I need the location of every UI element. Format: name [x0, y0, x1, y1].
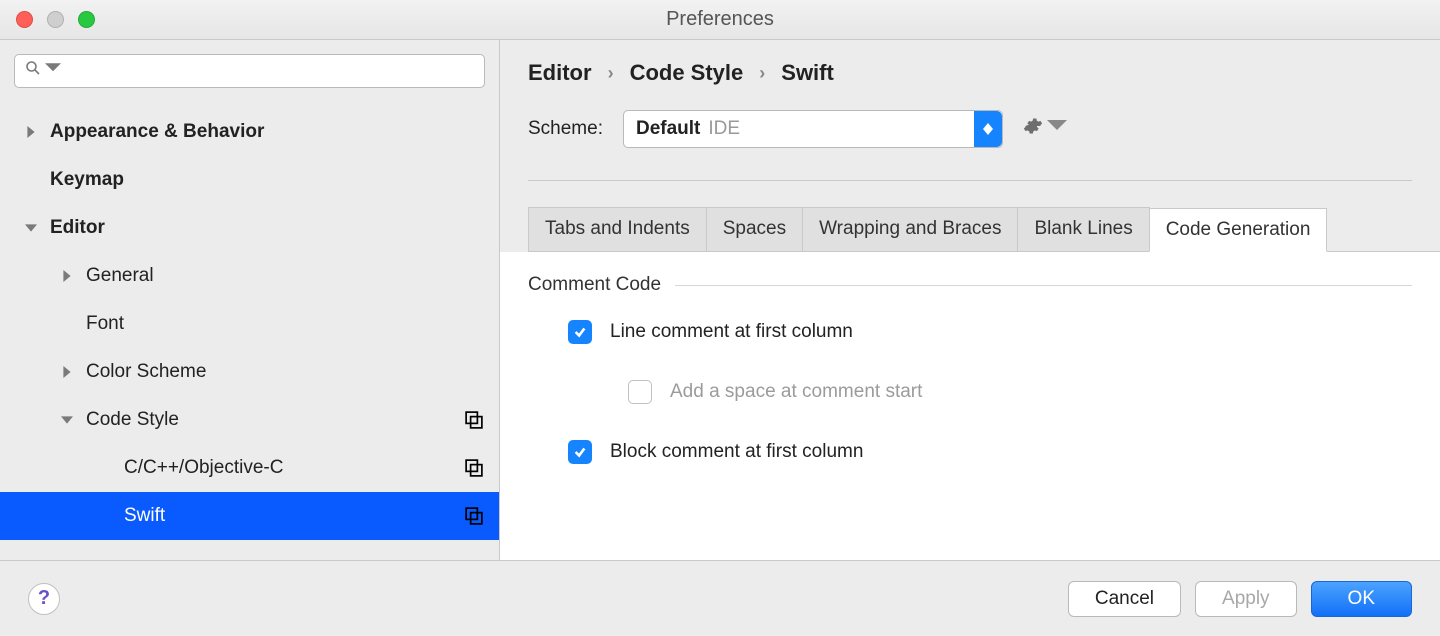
dropdown-arrow-icon [1047, 116, 1067, 142]
breadcrumb-item: Swift [781, 60, 834, 86]
search-container [0, 40, 499, 98]
sidebar-item-label: Editor [50, 217, 489, 239]
checkbox-label: Block comment at first column [610, 441, 863, 463]
checkbox-label: Line comment at first column [610, 321, 853, 343]
sidebar-item-keymap[interactable]: Keymap [0, 156, 499, 204]
search-field[interactable] [14, 54, 485, 88]
checkbox-unchecked [628, 380, 652, 404]
window-controls [0, 11, 95, 28]
option-line-comment-first-column[interactable]: Line comment at first column [568, 320, 1412, 344]
scheme-value: Default [636, 118, 700, 140]
breadcrumb: Editor › Code Style › Swift [500, 40, 1440, 90]
sidebar-item-label: Color Scheme [86, 361, 489, 383]
chevron-right-icon [60, 269, 74, 283]
maximize-window-button[interactable] [78, 11, 95, 28]
chevron-right-icon [24, 125, 38, 139]
minimize-window-button [47, 11, 64, 28]
option-block-comment-first-column[interactable]: Block comment at first column [568, 440, 1412, 464]
checkbox-checked[interactable] [568, 320, 592, 344]
sidebar-item-font[interactable]: Font [0, 300, 499, 348]
tab-wrapping-braces[interactable]: Wrapping and Braces [802, 207, 1018, 251]
chevron-right-icon [60, 365, 74, 379]
select-arrows-icon [974, 111, 1002, 147]
scheme-indicator-icon [465, 411, 483, 429]
sidebar-item-label: Font [86, 313, 489, 335]
scheme-indicator-icon [465, 459, 483, 477]
option-add-space-comment-start: Add a space at comment start [628, 380, 1412, 404]
breadcrumb-item: Editor [528, 60, 592, 86]
tab-blank-lines[interactable]: Blank Lines [1017, 207, 1149, 251]
cancel-button[interactable]: Cancel [1068, 581, 1181, 617]
dropdown-arrow-icon [45, 60, 65, 82]
sidebar-item-label: General [86, 265, 489, 287]
footer: ? Cancel Apply OK [0, 560, 1440, 636]
tab-code-generation[interactable]: Code Generation [1149, 208, 1328, 252]
scheme-subvalue: IDE [708, 118, 740, 140]
breadcrumb-item: Code Style [630, 60, 744, 86]
sidebar-item-appearance-behavior[interactable]: Appearance & Behavior [0, 108, 499, 156]
scheme-indicator-icon [465, 507, 483, 525]
checkbox-label: Add a space at comment start [670, 381, 922, 403]
section-title: Comment Code [528, 274, 661, 296]
chevron-right-icon: › [759, 63, 765, 84]
tab-bar: Tabs and Indents Spaces Wrapping and Bra… [528, 207, 1440, 252]
sidebar-item-label: Appearance & Behavior [50, 121, 489, 143]
scheme-label: Scheme: [528, 118, 603, 140]
sidebar: Appearance & Behavior Keymap Editor Gene… [0, 40, 500, 560]
sidebar-item-code-style[interactable]: Code Style [0, 396, 499, 444]
tab-tabs-indents[interactable]: Tabs and Indents [528, 207, 707, 251]
ok-button[interactable]: OK [1311, 581, 1412, 617]
sidebar-item-c-cpp-objc[interactable]: C/C++/Objective-C [0, 444, 499, 492]
titlebar: Preferences [0, 0, 1440, 40]
scheme-select[interactable]: Default IDE [623, 110, 1003, 148]
settings-tree: Appearance & Behavior Keymap Editor Gene… [0, 98, 499, 560]
tab-spaces[interactable]: Spaces [706, 207, 803, 251]
sidebar-item-label: Swift [124, 505, 465, 527]
body: Appearance & Behavior Keymap Editor Gene… [0, 40, 1440, 560]
sidebar-item-editor[interactable]: Editor [0, 204, 499, 252]
preferences-window: Preferences Appearance & Behavior [0, 0, 1440, 636]
sidebar-item-label: Keymap [50, 169, 489, 191]
apply-button: Apply [1195, 581, 1297, 617]
scheme-row: Scheme: Default IDE [500, 90, 1440, 172]
sidebar-item-label: Code Style [86, 409, 465, 431]
window-title: Preferences [0, 8, 1440, 31]
search-input[interactable] [65, 61, 474, 82]
chevron-right-icon: › [608, 63, 614, 84]
gear-icon [1023, 116, 1043, 142]
chevron-down-icon [60, 413, 74, 427]
search-icon [25, 60, 45, 82]
help-button[interactable]: ? [28, 583, 60, 615]
sidebar-item-color-scheme[interactable]: Color Scheme [0, 348, 499, 396]
checkbox-checked[interactable] [568, 440, 592, 464]
sidebar-item-swift[interactable]: Swift [0, 492, 499, 540]
sidebar-item-label: C/C++/Objective-C [124, 457, 465, 479]
scheme-actions-button[interactable] [1023, 116, 1067, 142]
tab-content: Comment Code Line comment at first colum… [500, 252, 1440, 560]
divider [528, 180, 1412, 181]
close-window-button[interactable] [16, 11, 33, 28]
section-header: Comment Code [528, 274, 1412, 296]
main-panel: Editor › Code Style › Swift Scheme: Defa… [500, 40, 1440, 560]
divider [675, 285, 1412, 286]
sidebar-item-general[interactable]: General [0, 252, 499, 300]
chevron-down-icon [24, 221, 38, 235]
